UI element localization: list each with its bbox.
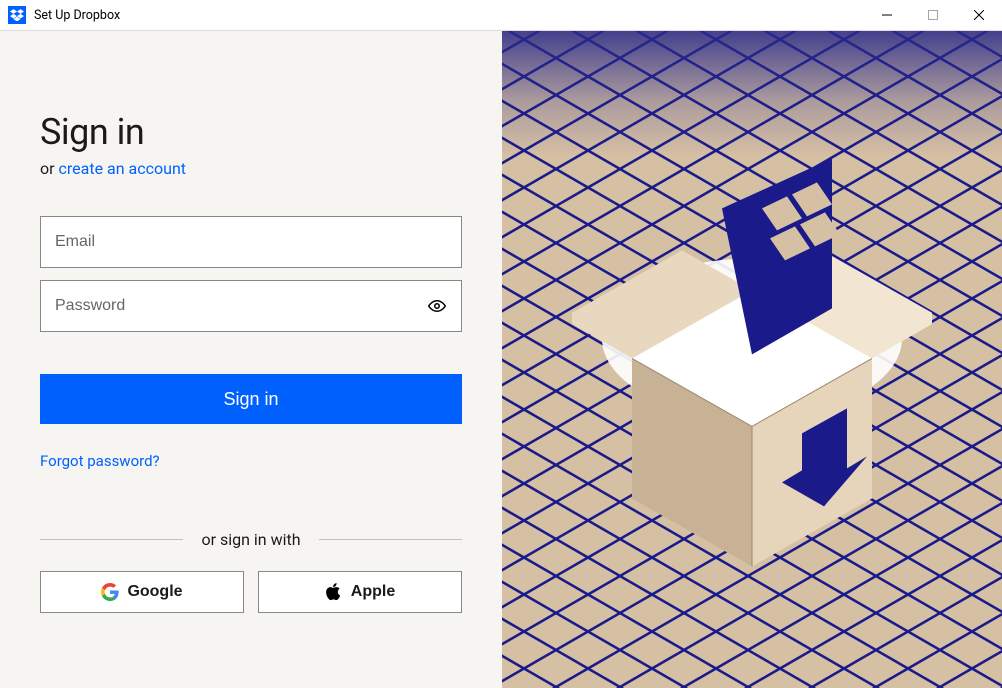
sso-divider: or sign in with xyxy=(40,530,462,549)
sso-buttons: Google Apple xyxy=(40,571,462,613)
page-title: Sign in xyxy=(40,111,462,153)
email-input[interactable] xyxy=(55,217,447,267)
password-input[interactable] xyxy=(55,281,447,331)
or-prefix: or xyxy=(40,159,59,178)
create-account-row: or create an account xyxy=(40,159,462,178)
close-button[interactable] xyxy=(956,0,1002,30)
password-field-wrap xyxy=(40,280,462,332)
toggle-password-visibility-icon[interactable] xyxy=(427,296,447,316)
minimize-button[interactable] xyxy=(864,0,910,30)
maximize-button xyxy=(910,0,956,30)
illustration-panel xyxy=(502,31,1002,688)
google-label: Google xyxy=(127,583,182,601)
window-controls xyxy=(864,0,1002,30)
google-icon xyxy=(101,583,119,601)
divider-line-left xyxy=(40,539,183,540)
apple-sso-button[interactable]: Apple xyxy=(258,571,462,613)
create-account-link[interactable]: create an account xyxy=(59,159,187,178)
titlebar: Set Up Dropbox xyxy=(0,0,1002,31)
open-box-illustration xyxy=(572,158,932,578)
email-field-wrap xyxy=(40,216,462,268)
signin-panel: Sign in or create an account Sign in For… xyxy=(0,31,502,688)
forgot-password-link[interactable]: Forgot password? xyxy=(40,452,462,470)
divider-line-right xyxy=(319,539,462,540)
dropbox-icon xyxy=(8,6,26,24)
apple-icon xyxy=(325,583,343,601)
apple-label: Apple xyxy=(351,583,395,601)
google-sso-button[interactable]: Google xyxy=(40,571,244,613)
divider-label: or sign in with xyxy=(183,530,318,549)
window-title: Set Up Dropbox xyxy=(34,8,864,23)
sign-in-button[interactable]: Sign in xyxy=(40,374,462,424)
